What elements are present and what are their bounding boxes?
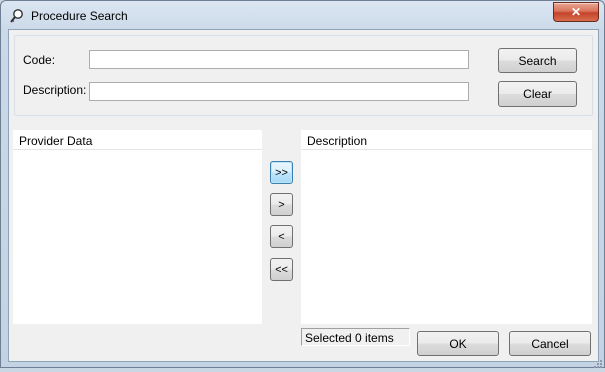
cancel-button-label: Cancel <box>531 336 569 351</box>
window-title: Procedure Search <box>31 9 128 23</box>
add-all-button[interactable]: >> <box>270 161 293 184</box>
description-list[interactable]: Description <box>301 130 592 324</box>
provider-data-list[interactable]: Provider Data <box>13 130 262 324</box>
close-icon: ✕ <box>570 5 582 19</box>
procedure-search-window: Procedure Search ✕ Code: Description: Se… <box>0 0 605 368</box>
remove-button[interactable]: < <box>270 225 293 248</box>
add-label: > <box>278 198 285 211</box>
remove-all-label: << <box>275 263 288 276</box>
cancel-button[interactable]: Cancel <box>509 331 591 356</box>
ok-button-label: OK <box>449 336 467 351</box>
description-label: Description: <box>23 83 87 97</box>
provider-data-header[interactable]: Provider Data <box>13 130 262 150</box>
search-button[interactable]: Search <box>498 48 577 73</box>
title-bar[interactable]: Procedure Search ✕ <box>1 1 604 29</box>
ok-button[interactable]: OK <box>417 331 499 356</box>
add-button[interactable]: > <box>270 193 293 216</box>
code-label: Code: <box>23 53 56 67</box>
clear-button[interactable]: Clear <box>498 81 577 107</box>
description-input[interactable] <box>89 82 469 101</box>
magnifier-key-icon <box>9 8 25 24</box>
resize-grip-icon[interactable] <box>593 358 603 368</box>
selection-status: Selected 0 items <box>301 328 410 346</box>
clear-button-label: Clear <box>523 87 552 101</box>
description-header[interactable]: Description <box>301 130 592 150</box>
close-button[interactable]: ✕ <box>553 2 599 22</box>
dialog-client-area: Code: Description: Search Clear Provider… <box>8 29 599 362</box>
add-all-label: >> <box>275 166 288 179</box>
selection-status-text: Selected 0 items <box>305 331 394 345</box>
remove-all-button[interactable]: << <box>270 258 293 281</box>
remove-label: < <box>278 230 285 243</box>
search-button-label: Search <box>518 53 557 68</box>
code-input[interactable] <box>89 50 469 69</box>
